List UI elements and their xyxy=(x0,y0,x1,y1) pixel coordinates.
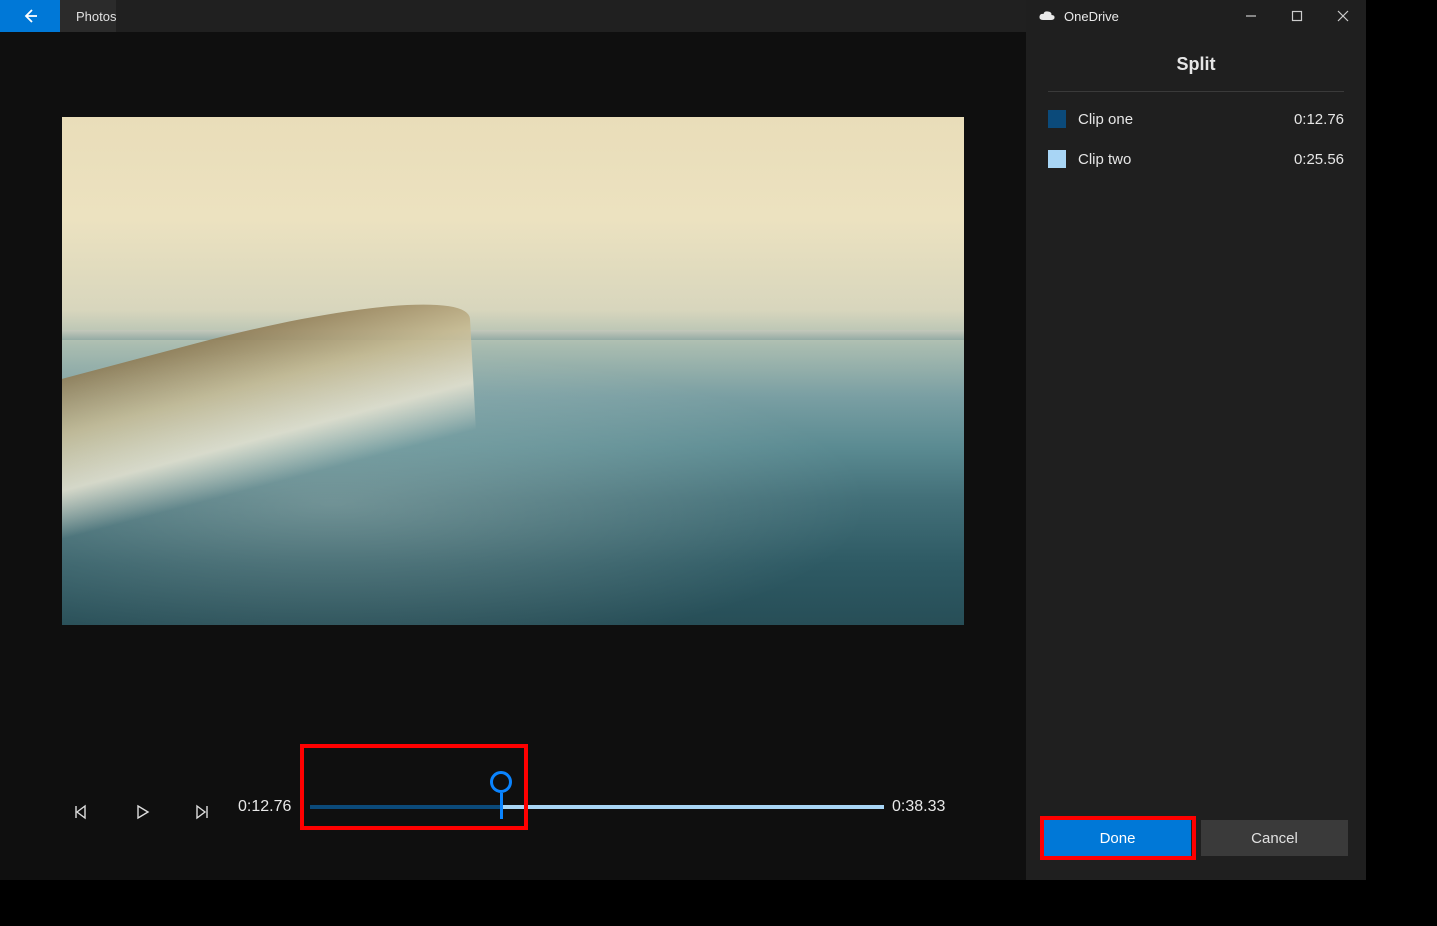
play-button[interactable] xyxy=(130,800,154,824)
cloud-icon xyxy=(1038,10,1056,22)
clip-one-duration: 0:12.76 xyxy=(1294,111,1344,128)
timeline-track[interactable] xyxy=(310,805,884,809)
panel-footer: Done Cancel xyxy=(1026,800,1366,880)
timeline-total-time: 0:38.33 xyxy=(892,798,945,816)
clip-two-duration: 0:25.56 xyxy=(1294,151,1344,168)
split-marker[interactable] xyxy=(490,771,512,819)
clip-row-one[interactable]: Clip one 0:12.76 xyxy=(1048,110,1344,128)
titlebar-spacer xyxy=(116,0,1026,32)
frame-forward-button[interactable] xyxy=(190,800,214,824)
onedrive-label: OneDrive xyxy=(1064,9,1119,24)
titlebar-right: OneDrive xyxy=(1026,0,1366,32)
panel-title: Split xyxy=(1048,32,1344,92)
clip-one-label: Clip one xyxy=(1078,111,1133,128)
body: 0:12.76 0:38.33 Split xyxy=(0,32,1366,880)
clip-one-swatch-icon xyxy=(1048,110,1066,128)
onedrive-indicator[interactable]: OneDrive xyxy=(1026,9,1119,24)
clip-two-swatch-icon xyxy=(1048,150,1066,168)
app-title: Photos xyxy=(60,0,116,32)
clip-two-label: Clip two xyxy=(1078,151,1131,168)
close-button[interactable] xyxy=(1320,0,1366,32)
split-panel: Split Clip one 0:12.76 Clip two 0:25.56 xyxy=(1026,32,1366,880)
clip-row-two[interactable]: Clip two 0:25.56 xyxy=(1048,150,1344,168)
main-area: 0:12.76 0:38.33 xyxy=(0,32,1026,880)
back-button[interactable] xyxy=(0,0,60,32)
timeline-current-time: 0:12.76 xyxy=(238,798,291,816)
maximize-button[interactable] xyxy=(1274,0,1320,32)
video-frame xyxy=(62,117,964,625)
arrow-left-icon xyxy=(21,7,39,25)
timeline-clip-two-segment xyxy=(501,805,884,809)
split-marker-handle-icon xyxy=(490,771,512,793)
done-button[interactable]: Done xyxy=(1044,820,1191,856)
minimize-button[interactable] xyxy=(1228,0,1274,32)
photos-app-window: Photos OneDrive xyxy=(0,0,1366,880)
titlebar: Photos OneDrive xyxy=(0,0,1366,32)
frame-back-button[interactable] xyxy=(70,800,94,824)
video-preview-area xyxy=(0,32,1026,710)
cancel-button[interactable]: Cancel xyxy=(1201,820,1348,856)
window-controls xyxy=(1228,0,1366,32)
clip-list: Clip one 0:12.76 Clip two 0:25.56 xyxy=(1026,92,1366,186)
timeline-clip-one-segment xyxy=(310,805,501,809)
playback-controls: 0:12.76 0:38.33 xyxy=(0,710,1026,880)
